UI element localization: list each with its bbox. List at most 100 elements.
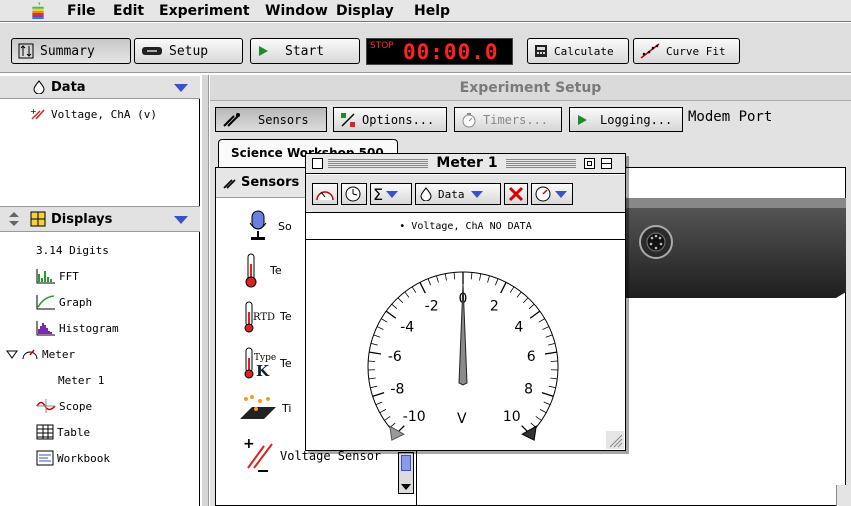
- zoom-box-icon[interactable]: [584, 158, 595, 169]
- setup-button[interactable]: Setup: [134, 38, 243, 64]
- pane-splitter[interactable]: [201, 75, 209, 506]
- display-item-digits[interactable]: 3.14 Digits: [36, 239, 109, 261]
- titlebar-stripes: [328, 158, 428, 169]
- logging-button[interactable]: Logging...: [569, 107, 683, 132]
- resize-arrows-icon[interactable]: [8, 211, 20, 227]
- curve-fit-button[interactable]: Curve Fit: [633, 38, 740, 64]
- options-button[interactable]: Options...: [333, 107, 447, 132]
- menu-help[interactable]: Help: [414, 3, 450, 19]
- collapse-box-icon[interactable]: [601, 158, 612, 169]
- data-button-label: Data: [438, 187, 465, 201]
- menu-experiment[interactable]: Experiment: [159, 3, 250, 19]
- chevron-down-icon: [555, 190, 567, 198]
- play-icon: [259, 46, 268, 56]
- display-item-workbook[interactable]: Workbook: [36, 447, 110, 469]
- port-label: Modem Port: [688, 109, 773, 125]
- svg-text:+: +: [30, 107, 37, 116]
- calculate-button[interactable]: Calculate: [527, 38, 629, 64]
- meter-settings-button[interactable]: [531, 183, 573, 205]
- menu-bar: File Edit Experiment Window Display Help: [0, 0, 851, 22]
- display-item-label: 3.14 Digits: [36, 243, 109, 257]
- data-item-voltage[interactable]: + Voltage, ChA (v): [30, 103, 157, 125]
- gauge-tick: [541, 392, 554, 397]
- meter-titlebar[interactable]: Meter 1: [306, 154, 625, 174]
- window-resize-corner[interactable]: [836, 485, 851, 506]
- resize-grip-icon[interactable]: [606, 431, 624, 449]
- close-icon: [508, 186, 524, 202]
- timer-readout: 00:00.0: [403, 40, 499, 64]
- sensors-label: Sensors: [258, 112, 309, 127]
- science-workshop-interface-image: [616, 198, 846, 298]
- timers-button[interactable]: Timers...: [454, 107, 562, 132]
- displays-grid-icon: [30, 211, 46, 227]
- gauge-tick: [391, 303, 398, 310]
- start-label: Start: [285, 43, 325, 59]
- data-drop-icon: [33, 80, 45, 94]
- statistics-button[interactable]: Σ: [370, 183, 412, 205]
- gauge-tick: [500, 282, 507, 294]
- stop-timer-display[interactable]: STOP 00:00.0: [366, 38, 513, 65]
- options-label: Options...: [362, 112, 435, 127]
- displays-pane-header[interactable]: Displays: [0, 206, 200, 232]
- apple-logo-icon[interactable]: [30, 2, 46, 19]
- menu-file[interactable]: File: [67, 3, 96, 19]
- data-pane-header[interactable]: Data: [0, 75, 200, 99]
- meter-timer-button[interactable]: [341, 183, 367, 205]
- display-item-label: Scope: [59, 399, 93, 413]
- sensor-label: So: [278, 219, 292, 233]
- gauge-tick: [373, 334, 381, 338]
- meter-scale-button[interactable]: [312, 183, 338, 205]
- display-item-table[interactable]: Table: [36, 421, 90, 443]
- experiment-title: Experiment Setup: [210, 75, 851, 101]
- display-item-histogram[interactable]: Histogram: [36, 317, 119, 339]
- display-item-meter-1[interactable]: Meter 1: [58, 369, 104, 391]
- menu-display[interactable]: Display: [336, 3, 394, 19]
- gauge-scale-label: 8: [524, 381, 533, 397]
- gauge-scale-label: 4: [514, 319, 523, 335]
- data-item-label: Voltage, ChA (v): [51, 107, 157, 121]
- gauge-tick: [376, 326, 384, 330]
- start-button[interactable]: Start: [250, 38, 360, 64]
- gauge-tick: [368, 377, 376, 380]
- expanded-triangle-icon[interactable]: [6, 348, 18, 360]
- data-select-button[interactable]: Data: [415, 183, 501, 205]
- calculate-label: Calculate: [554, 44, 614, 58]
- gauge-tick: [539, 409, 547, 414]
- gauge-tick: [487, 275, 490, 283]
- gauge-tick: [522, 297, 529, 304]
- meter-unit: V: [457, 411, 467, 427]
- summary-button[interactable]: Summary: [11, 38, 131, 64]
- display-item-scope[interactable]: Scope: [36, 395, 92, 417]
- remove-data-button[interactable]: [504, 183, 528, 205]
- menu-edit[interactable]: Edit: [113, 3, 144, 19]
- close-box-icon[interactable]: [312, 158, 323, 169]
- gauge-tick: [369, 351, 382, 355]
- sensor-probe-icon: [223, 112, 240, 127]
- display-item-label: Meter: [42, 347, 76, 361]
- sensor-list-scrollbar[interactable]: [398, 452, 414, 494]
- display-item-meter[interactable]: Meter: [6, 343, 75, 365]
- gauge-tick: [516, 291, 522, 298]
- gauge-tick: [529, 310, 541, 319]
- gauge-scale-label: 6: [527, 349, 536, 365]
- scroll-thumb[interactable]: [401, 455, 411, 471]
- gauge-tick: [548, 385, 556, 389]
- displays-pane-menu-icon[interactable]: [174, 216, 188, 224]
- display-item-fft[interactable]: FFT: [36, 265, 79, 287]
- sensors-button[interactable]: Sensors: [215, 107, 327, 132]
- meter-1-window: Meter 1 Σ Data • Voltage, ChA NO DATA -1…: [305, 153, 626, 451]
- meter-legend: • Voltage, ChA NO DATA: [306, 214, 625, 240]
- menu-window[interactable]: Window: [265, 3, 328, 19]
- rtd-thermometer-icon: RTD: [244, 301, 275, 333]
- gauge-tick: [528, 303, 535, 310]
- gauge-tick: [444, 273, 447, 281]
- gauge-scale-label: 2: [490, 299, 499, 315]
- legend-text: • Voltage, ChA NO DATA: [399, 221, 532, 232]
- main-toolbar: Summary Setup Start STOP 00:00.0 Calcula…: [0, 23, 851, 73]
- chevron-down-icon: [470, 190, 483, 198]
- display-item-graph[interactable]: Graph: [36, 291, 92, 313]
- data-drop-icon: [420, 187, 432, 201]
- clock-icon: [345, 186, 361, 202]
- scroll-down-arrow-icon[interactable]: [401, 483, 411, 491]
- data-pane-menu-icon[interactable]: [174, 84, 188, 92]
